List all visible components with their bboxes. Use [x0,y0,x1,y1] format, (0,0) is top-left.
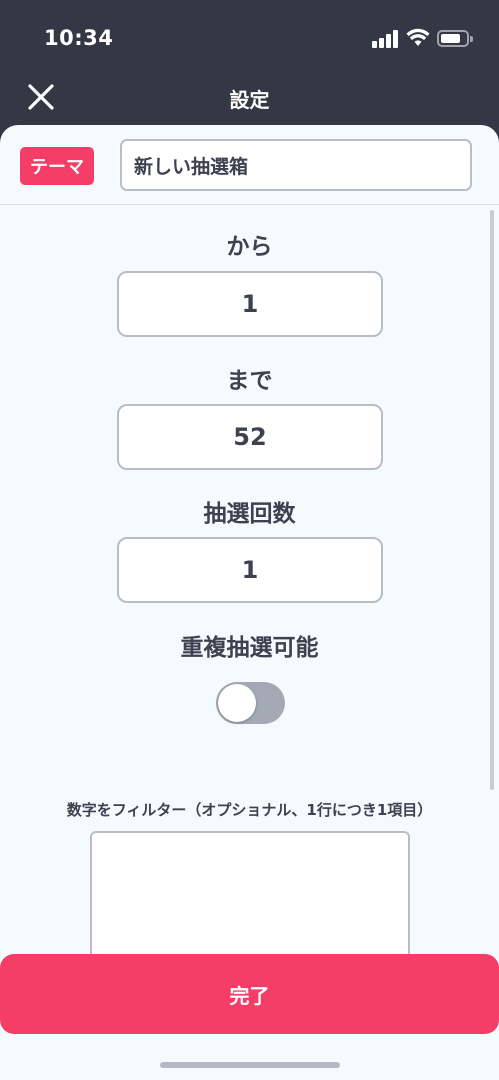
header: 設定 [0,76,499,122]
theme-name-input[interactable] [120,139,472,191]
cellular-signal-icon [372,30,400,48]
home-indicator [160,1062,340,1068]
theme-badge: テーマ [20,147,94,185]
page-title: 設定 [229,88,270,112]
done-button[interactable]: 完了 [0,954,499,1034]
filter-textarea[interactable] [90,831,410,971]
wifi-icon [406,28,430,46]
settings-sheet: テーマ から まで 抽選回数 重複抽選可能 数字をフィルター（オプショナル、1行… [0,125,499,1080]
draw-count-label: 抽選回数 [203,501,296,527]
draw-count-input[interactable] [117,537,383,603]
duplicate-toggle[interactable] [216,682,285,724]
to-input[interactable] [117,404,383,470]
status-time: 10:34 [44,26,114,50]
toggle-knob [218,684,256,722]
filter-label: 数字をフィルター（オプショナル、1行につき1項目） [66,801,433,819]
status-bar: 10:34 [0,0,499,80]
to-label: まで [226,368,273,394]
battery-icon [437,30,473,47]
scrollbar[interactable] [490,210,494,790]
from-input[interactable] [117,271,383,337]
theme-row: テーマ [0,125,499,205]
duplicate-label: 重複抽選可能 [180,635,319,661]
from-label: から [226,234,273,260]
settings-screen: 10:34 設定 テーマ から [0,0,499,1080]
